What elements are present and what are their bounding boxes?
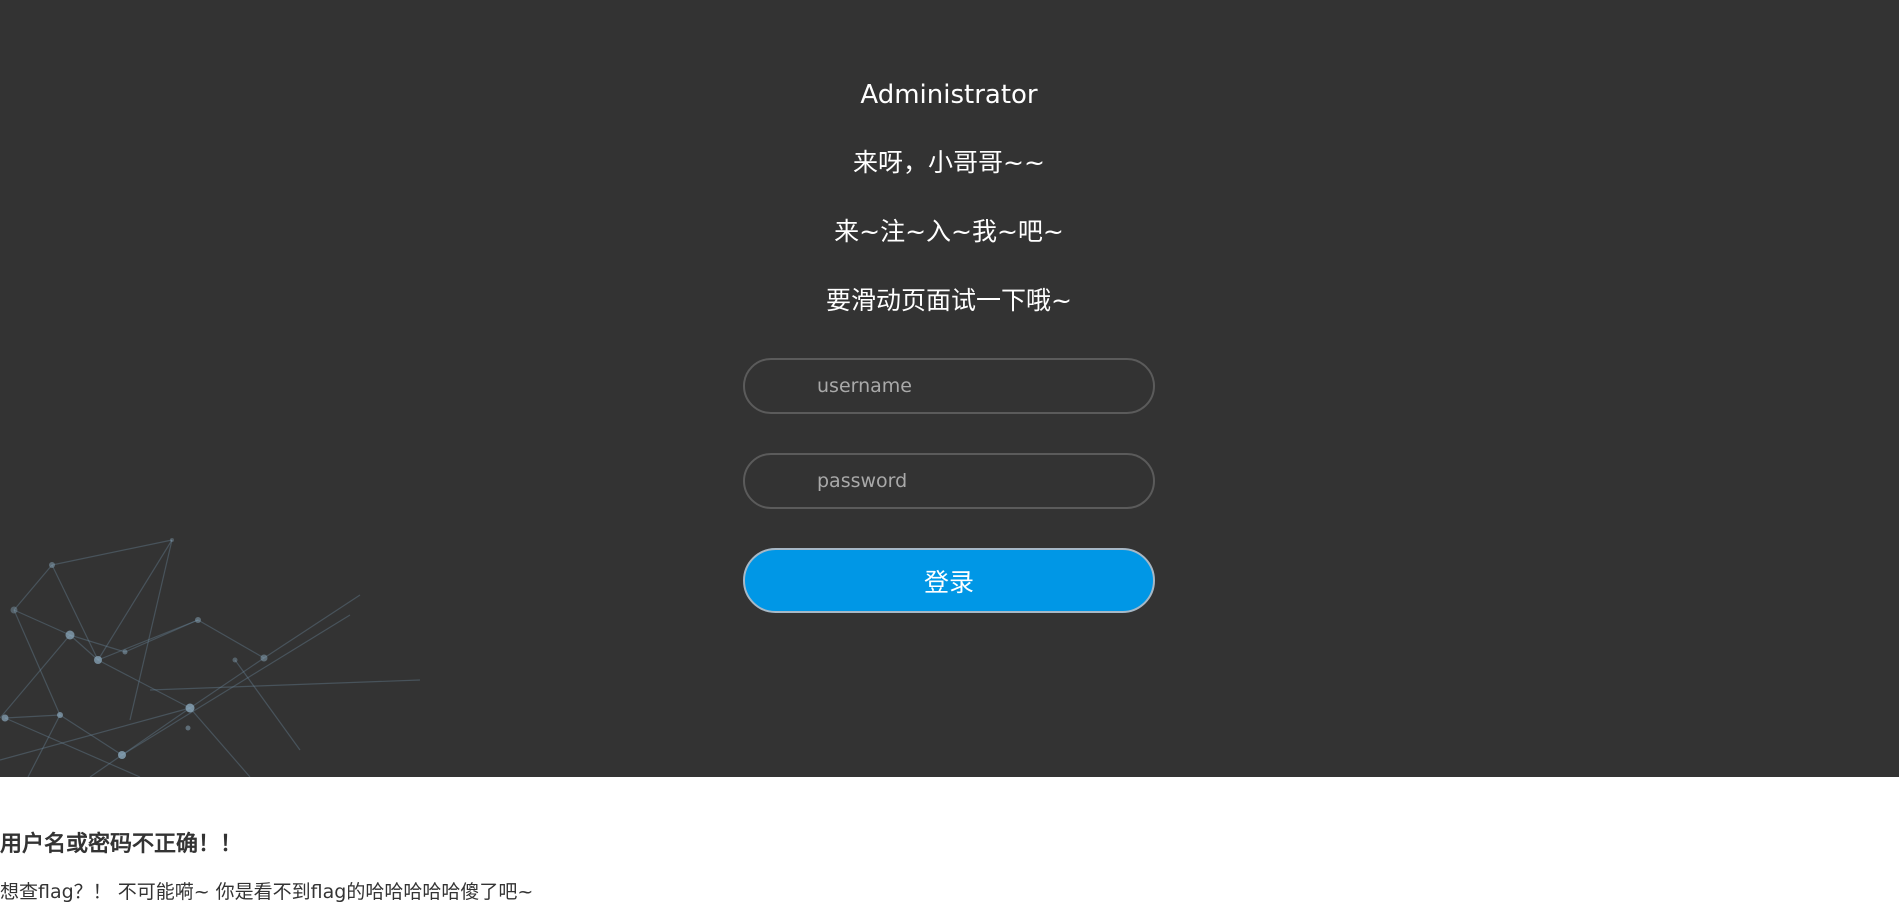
tagline-1: 来呀，小哥哥~~ bbox=[853, 148, 1045, 177]
tagline-2: 来~注~入~我~吧~ bbox=[834, 217, 1064, 246]
username-input[interactable] bbox=[743, 358, 1155, 414]
error-message: 用户名或密码不正确！！ bbox=[0, 832, 243, 857]
network-lines-decoration bbox=[0, 538, 421, 777]
admin-title: Administrator bbox=[860, 80, 1038, 110]
login-button[interactable]: 登录 bbox=[743, 548, 1155, 613]
tagline-3: 要滑动页面试一下哦~ bbox=[826, 286, 1072, 315]
password-input[interactable] bbox=[743, 453, 1155, 509]
flag-message: 想查flag？！ 不可能嗬~ 你是看不到flag的哈哈哈哈哈傻了吧~ bbox=[0, 881, 534, 903]
login-hero: Administrator 来呀，小哥哥~~ 来~注~入~我~吧~ 要滑动页面试… bbox=[0, 0, 1899, 777]
